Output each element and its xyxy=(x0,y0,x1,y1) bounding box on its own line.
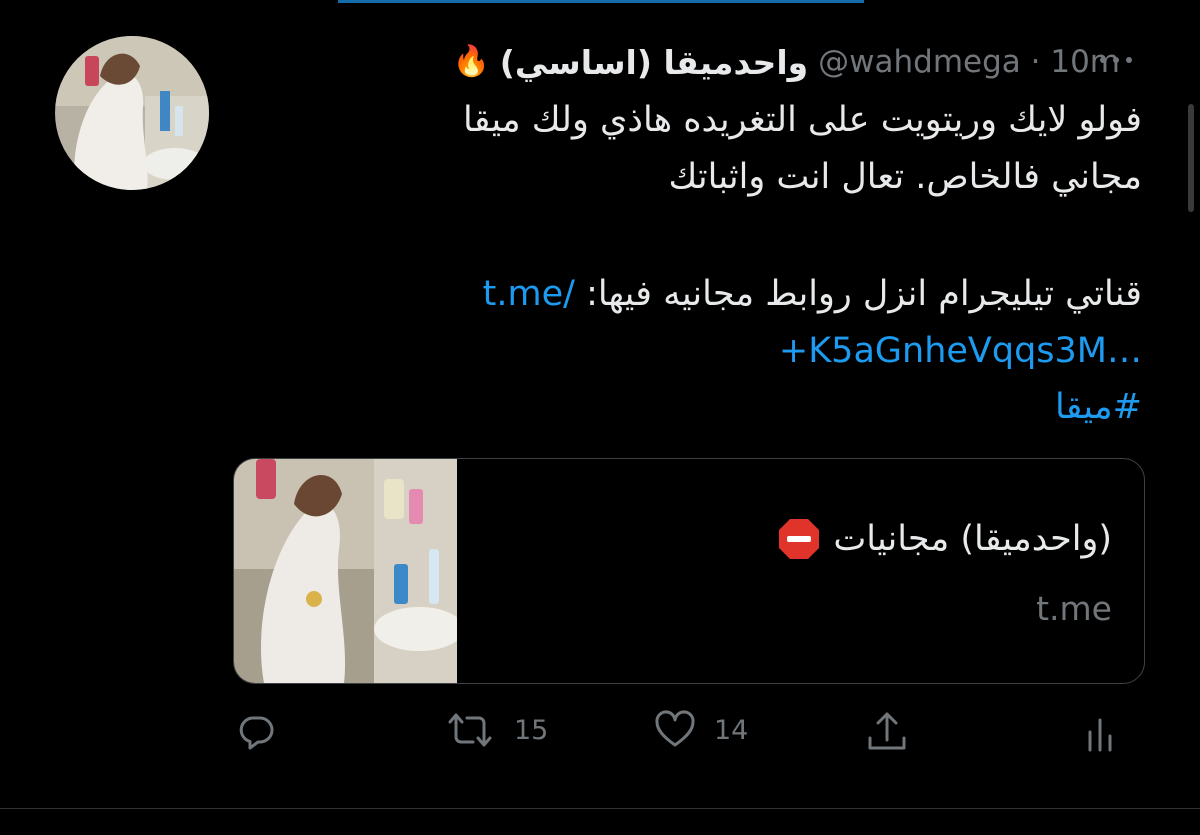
share-button[interactable] xyxy=(866,710,908,754)
avatar[interactable] xyxy=(55,36,209,190)
analytics-button[interactable] xyxy=(1082,710,1118,754)
scrollbar[interactable] xyxy=(1188,104,1194,212)
card-thumbnail-image xyxy=(234,459,457,683)
card-domain: t.me xyxy=(1036,589,1112,628)
card-title-text: (واحدميقا) مجانيات xyxy=(833,519,1112,559)
share-icon xyxy=(868,712,906,750)
stop-sign-icon xyxy=(777,517,821,561)
telegram-channel-label: قناتي تيليجرام انزل روابط مجانيه فيها: xyxy=(586,274,1142,314)
top-progress-line xyxy=(338,0,864,3)
tweet-actions: 15 14 xyxy=(0,700,1200,764)
tweet-text-line-4: +K5aGnheVqqs3M… xyxy=(250,327,1142,375)
retweet-button[interactable]: 15 xyxy=(444,710,548,750)
more-options-icon[interactable] xyxy=(1092,48,1140,72)
tweet-link-start[interactable]: t.me/ xyxy=(483,274,575,314)
tweet-text-line-2: مجاني فالخاص. تعال انت واثباتك xyxy=(668,157,1142,197)
divider xyxy=(0,808,1200,809)
retweet-icon xyxy=(448,713,492,747)
card-title: (واحدميقا) مجانيات xyxy=(777,517,1112,561)
link-preview-card[interactable]: (واحدميقا) مجانيات t.me xyxy=(233,458,1145,684)
tweet-text-line-3: قناتي تيليجرام انزل روابط مجانيه فيها: t… xyxy=(250,270,1142,318)
like-count: 14 xyxy=(714,714,749,746)
fire-icon: 🔥 xyxy=(452,44,490,79)
reply-icon xyxy=(239,716,274,750)
analytics-icon xyxy=(1088,718,1112,752)
display-name[interactable]: واحدميقا (اساسي) xyxy=(500,43,808,82)
avatar-image xyxy=(55,36,209,190)
tweet-text-line-1: فولو لايك وريتويت على التغريده هاذي ولك … xyxy=(462,100,1142,140)
hashtag-link[interactable]: #ميقا xyxy=(1055,387,1142,427)
like-button[interactable]: 14 xyxy=(654,710,748,750)
reply-button[interactable] xyxy=(236,710,276,750)
retweet-count: 15 xyxy=(514,714,549,746)
tweet-link-rest[interactable]: +K5aGnheVqqs3M… xyxy=(779,331,1142,371)
tweet-text-line-5: #ميقا xyxy=(250,383,1142,431)
tweet-header: 🔥 واحدميقا (اساسي) @wahdmega · 10m xyxy=(452,36,1120,88)
heart-icon xyxy=(655,710,695,747)
handle-and-time[interactable]: @wahdmega · 10m xyxy=(818,44,1120,80)
